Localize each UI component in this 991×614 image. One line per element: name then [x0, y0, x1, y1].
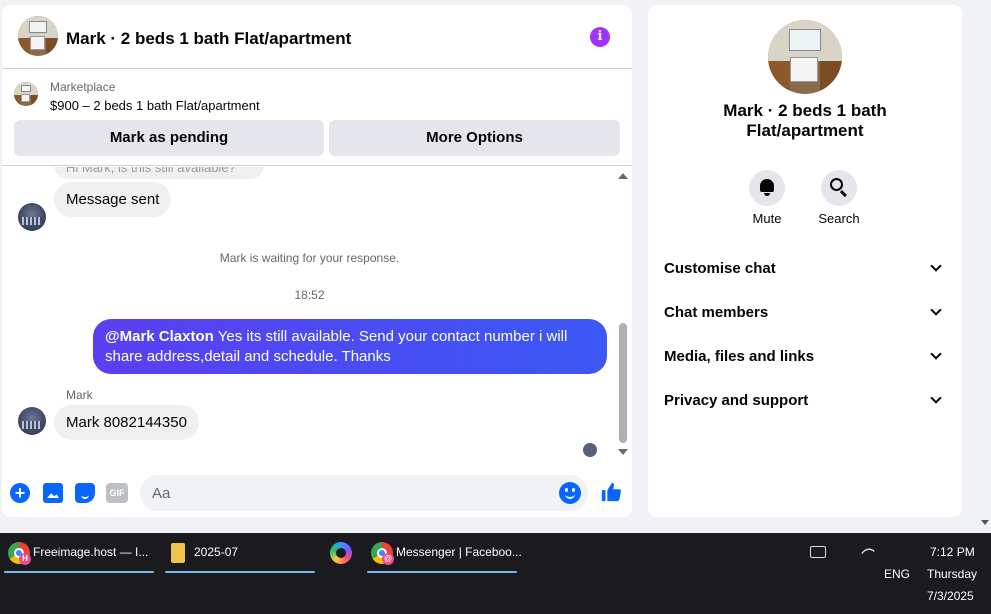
active-indicator — [367, 571, 517, 573]
outgoing-message-bubble: @Mark Claxton Yes its still available. S… — [93, 319, 607, 374]
chevron-down-icon — [930, 392, 942, 404]
message-input[interactable] — [140, 475, 588, 511]
clock-date[interactable]: 7/3/2025 — [927, 589, 974, 603]
listing-thumbnail[interactable] — [14, 82, 38, 106]
sender-name: Mark — [66, 388, 93, 402]
taskbar-item-messenger[interactable]: @ Messenger | Faceboo... — [365, 533, 522, 573]
chat-panel: Mark · 2 beds 1 bath Flat/apartment i Ma… — [2, 5, 632, 517]
photo-icon[interactable] — [43, 483, 63, 503]
taskbar-item-label: 2025-07 — [194, 545, 239, 559]
profile-badge-icon: @ — [382, 553, 394, 565]
message-bubble-partial: Hi Mark, is this still available? — [54, 167, 264, 179]
section-label: Privacy and support — [664, 392, 809, 409]
mute-label: Mute — [752, 211, 782, 226]
message-list[interactable]: Hi Mark, is this still available? Messag… — [2, 167, 632, 462]
message-bubble-system: Message sent — [54, 182, 172, 217]
clock-time[interactable]: 7:12 PM — [930, 545, 975, 559]
plus-circle-icon[interactable]: + — [10, 483, 30, 503]
mark-as-pending-button[interactable]: Mark as pending — [14, 120, 324, 156]
mention-link[interactable]: @Mark Claxton — [105, 328, 214, 345]
folder-icon — [171, 543, 185, 563]
language-indicator[interactable]: ENG — [884, 567, 910, 581]
section-label: Media, files and links — [664, 348, 815, 365]
info-title-text: Mark · 2 beds 1 bath Flat/apartment — [723, 101, 887, 140]
taskbar-item-label: Freeimage.host — I... — [33, 545, 149, 559]
emoji-icon[interactable] — [559, 482, 581, 504]
gif-icon[interactable]: GIF — [106, 483, 128, 503]
listing-avatar[interactable] — [18, 16, 58, 56]
marketplace-label: Marketplace — [50, 80, 116, 94]
search-icon — [830, 178, 843, 191]
info-icon[interactable]: i — [590, 27, 610, 47]
listing-price-title[interactable]: $900 – 2 beds 1 bath Flat/apartment — [50, 98, 260, 113]
taskbar: H Freeimage.host — I... 2025-07 @ Messen… — [0, 533, 991, 614]
avatar[interactable] — [18, 203, 46, 231]
scroll-up-arrow-icon[interactable] — [618, 173, 628, 179]
section-label: Chat members — [664, 304, 769, 321]
mute-button[interactable] — [749, 170, 785, 206]
taskbar-item-freeimage[interactable]: H Freeimage.host — I... — [2, 533, 156, 573]
copilot-icon[interactable] — [330, 542, 352, 564]
incoming-message-bubble: Mark 8082144350 — [54, 405, 199, 440]
input-indicator-icon[interactable] — [810, 546, 826, 558]
scroll-down-arrow-icon[interactable] — [618, 449, 628, 455]
avatar[interactable] — [18, 407, 46, 435]
more-options-button[interactable]: More Options — [329, 120, 620, 156]
info-title: Mark · 2 beds 1 bath Flat/apartment — [648, 101, 962, 141]
section-label: Customise chat — [664, 260, 776, 277]
active-indicator — [165, 571, 315, 573]
profile-badge-icon: H — [19, 553, 31, 565]
search-button[interactable] — [821, 170, 857, 206]
message-timestamp: 18:52 — [294, 288, 325, 302]
bell-icon — [760, 179, 774, 196]
chevron-down-icon — [930, 260, 942, 272]
section-customise-chat[interactable]: Customise chat — [648, 250, 962, 286]
chevron-down-icon — [930, 304, 942, 316]
listing-avatar-large[interactable] — [768, 20, 842, 94]
conversation-info-panel: Mark · 2 beds 1 bath Flat/apartment Mute… — [648, 5, 962, 517]
chat-header: Mark · 2 beds 1 bath Flat/apartment i — [2, 5, 632, 69]
sticker-icon[interactable] — [75, 483, 95, 503]
taskbar-item-label: Messenger | Faceboo... — [396, 545, 522, 559]
thumbs-up-icon[interactable] — [600, 481, 622, 503]
section-chat-members[interactable]: Chat members — [648, 294, 962, 330]
page-scroll-down-arrow-icon[interactable] — [981, 520, 989, 525]
chat-title[interactable]: Mark · 2 beds 1 bath Flat/apartment — [66, 29, 351, 49]
taskbar-item-folder[interactable]: 2025-07 — [163, 533, 317, 573]
active-indicator — [4, 571, 154, 573]
seen-avatar-icon — [583, 443, 597, 457]
search-label: Search — [818, 211, 860, 226]
section-media-files-links[interactable]: Media, files and links — [648, 338, 962, 374]
chevron-down-icon — [930, 348, 942, 360]
waiting-note: Mark is waiting for your response. — [219, 251, 400, 265]
wifi-icon[interactable] — [861, 545, 875, 559]
section-privacy-support[interactable]: Privacy and support — [648, 382, 962, 418]
clock-day[interactable]: Thursday — [927, 567, 977, 581]
message-composer: + GIF — [2, 463, 632, 517]
message-scrollbar[interactable] — [619, 323, 627, 443]
